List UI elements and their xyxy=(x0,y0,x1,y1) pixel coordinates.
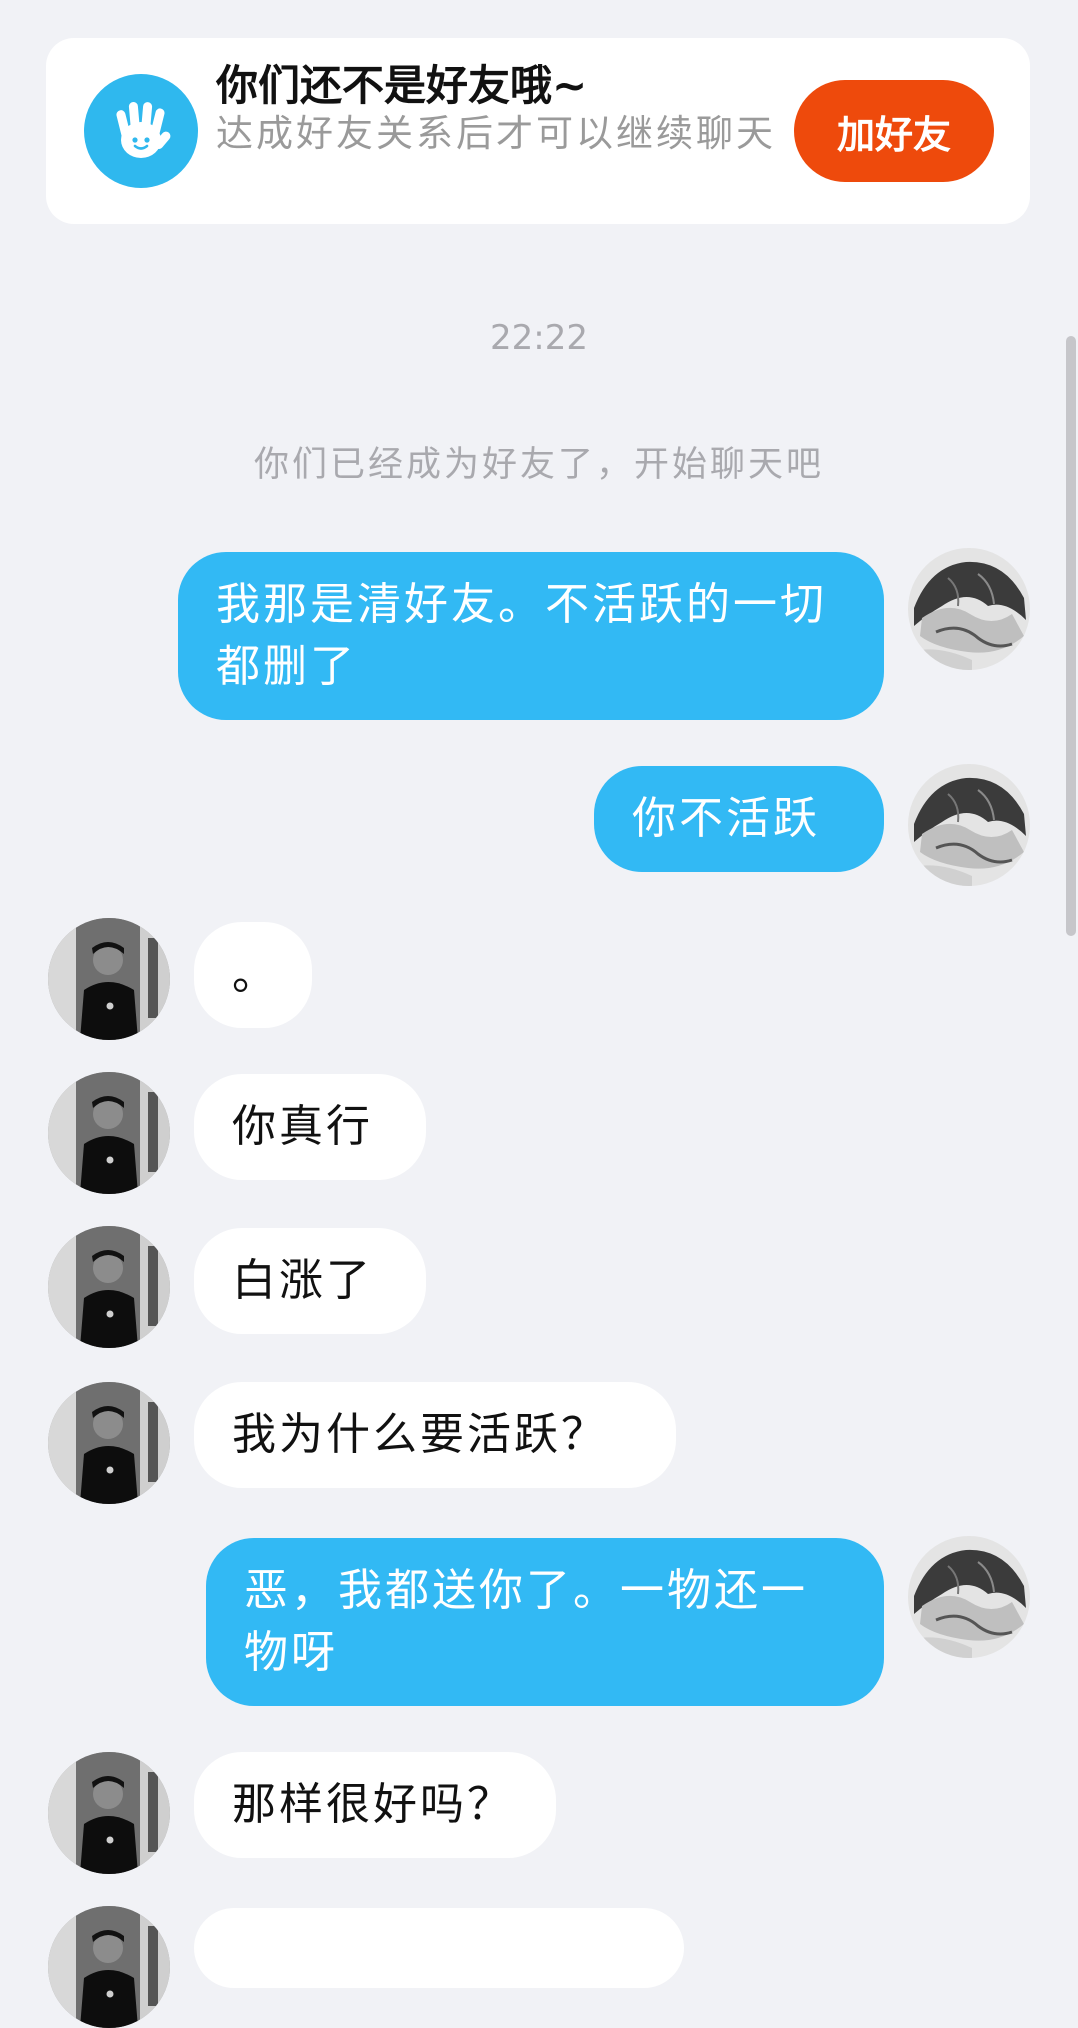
contact-avatar[interactable] xyxy=(48,918,170,1040)
add-friend-button[interactable]: 加好友 xyxy=(794,80,994,182)
add-friend-banner: 你们还不是好友哦~ 达成好友关系后才可以继续聊天 加好友 xyxy=(46,38,1030,224)
contact-avatar[interactable] xyxy=(48,1752,170,1874)
message-text: 我那是清好友。不活跃的一切都删了 xyxy=(216,579,827,692)
message-text: 你不活跃 xyxy=(632,793,820,844)
incoming-message-bubble[interactable]: 我为什么要活跃？ xyxy=(194,1382,676,1488)
my-avatar[interactable] xyxy=(908,764,1030,886)
incoming-message-bubble[interactable]: 你真行 xyxy=(194,1074,426,1180)
contact-avatar[interactable] xyxy=(48,1072,170,1194)
outgoing-message-bubble[interactable]: 我那是清好友。不活跃的一切都删了 xyxy=(178,552,884,720)
incoming-message-bubble[interactable]: 。 xyxy=(194,922,312,1028)
message-timestamp: 22:22 xyxy=(490,318,588,358)
incoming-message-bubble[interactable]: 白涨了 xyxy=(194,1228,426,1334)
message-text: 恶，我都送你了。一物还一物呀 xyxy=(244,1565,808,1678)
message-text: 白涨了 xyxy=(232,1255,373,1306)
message-text: 你真行 xyxy=(232,1101,373,1152)
banner-title: 你们还不是好友哦~ xyxy=(216,61,588,110)
scrollbar[interactable] xyxy=(1066,336,1076,936)
message-text: 那样很好吗？ xyxy=(232,1779,514,1830)
contact-avatar[interactable] xyxy=(48,1226,170,1348)
outgoing-message-bubble[interactable]: 恶，我都送你了。一物还一物呀 xyxy=(206,1538,884,1706)
incoming-message-bubble[interactable] xyxy=(194,1908,684,1988)
contact-avatar[interactable] xyxy=(48,1382,170,1504)
incoming-message-bubble[interactable]: 那样很好吗？ xyxy=(194,1752,556,1858)
outgoing-message-bubble[interactable]: 你不活跃 xyxy=(594,766,884,872)
banner-description: 达成好友关系后才可以继续聊天 xyxy=(216,112,776,155)
my-avatar[interactable] xyxy=(908,548,1030,670)
contact-avatar[interactable] xyxy=(48,1906,170,2028)
waving-hand-icon xyxy=(84,74,198,188)
my-avatar[interactable] xyxy=(908,1536,1030,1658)
message-text: 。 xyxy=(232,949,279,1000)
system-message: 你们已经成为好友了，开始聊天吧 xyxy=(253,445,824,485)
message-text: 我为什么要活跃？ xyxy=(232,1409,608,1460)
